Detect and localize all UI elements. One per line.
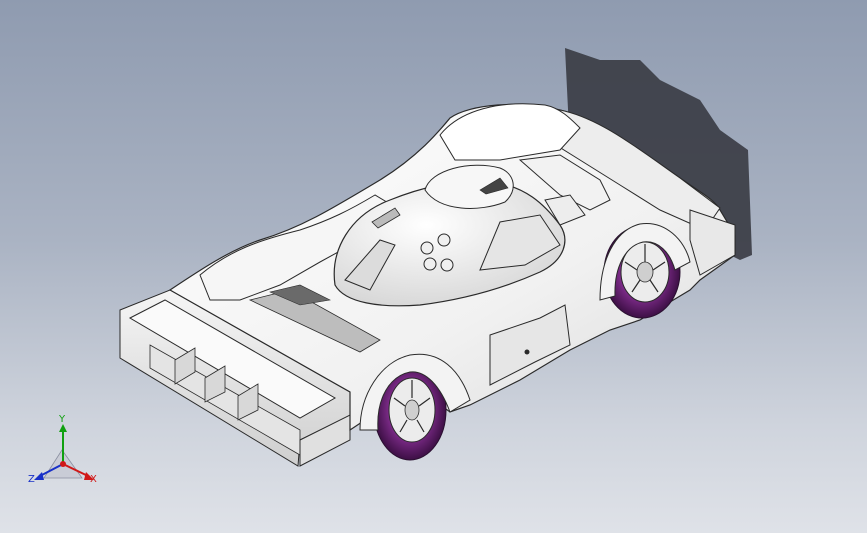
model-scene[interactable] — [0, 0, 867, 533]
x-axis-label: X — [90, 474, 97, 485]
axis-triad: Y X Z — [26, 414, 106, 492]
y-axis-label: Y — [59, 414, 66, 425]
z-axis-label: Z — [28, 474, 35, 485]
cad-viewport[interactable]: Y X Z — [0, 0, 867, 533]
